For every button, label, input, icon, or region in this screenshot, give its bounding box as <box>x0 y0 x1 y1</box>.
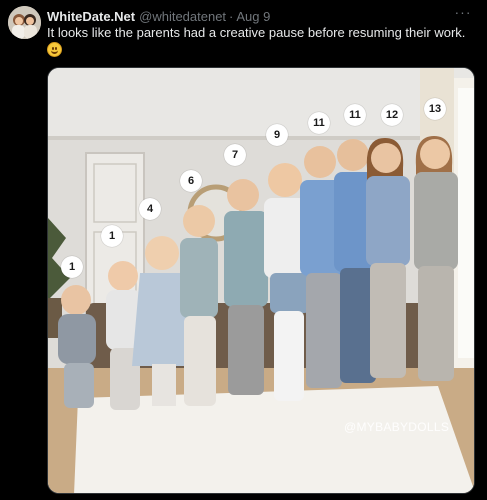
number-label: 13 <box>424 98 446 120</box>
author-handle[interactable]: @whitedatenet <box>139 9 226 24</box>
more-horizontal-icon[interactable]: ··· <box>453 5 473 22</box>
number-label: 4 <box>139 198 161 220</box>
photo-watermark: @MYBABYDOLLS <box>344 420 450 434</box>
number-label: 9 <box>266 124 288 146</box>
number-label: 11 <box>344 104 366 126</box>
tweet-timestamp[interactable]: Aug 9 <box>236 9 270 24</box>
number-label: 6 <box>180 170 202 192</box>
author-name[interactable]: WhiteDate.Net <box>47 9 135 24</box>
tweet-header: WhiteDate.Net @whitedatenet · Aug 9 <box>47 7 270 25</box>
author-avatar[interactable] <box>8 6 41 39</box>
smiling-face-emoji <box>47 42 62 57</box>
number-label: 1 <box>61 256 83 278</box>
tweet-photo[interactable]: 1 1 4 6 7 9 11 11 12 13 @MYBABYDOLLS <box>47 67 475 494</box>
tweet-text: It looks like the parents had a creative… <box>47 25 466 40</box>
number-label: 11 <box>308 112 330 134</box>
tweet[interactable]: WhiteDate.Net @whitedatenet · Aug 9 ··· … <box>0 0 487 500</box>
separator-dot: · <box>229 8 234 24</box>
number-label: 12 <box>381 104 403 126</box>
number-label: 1 <box>101 225 123 247</box>
number-label: 7 <box>224 144 246 166</box>
